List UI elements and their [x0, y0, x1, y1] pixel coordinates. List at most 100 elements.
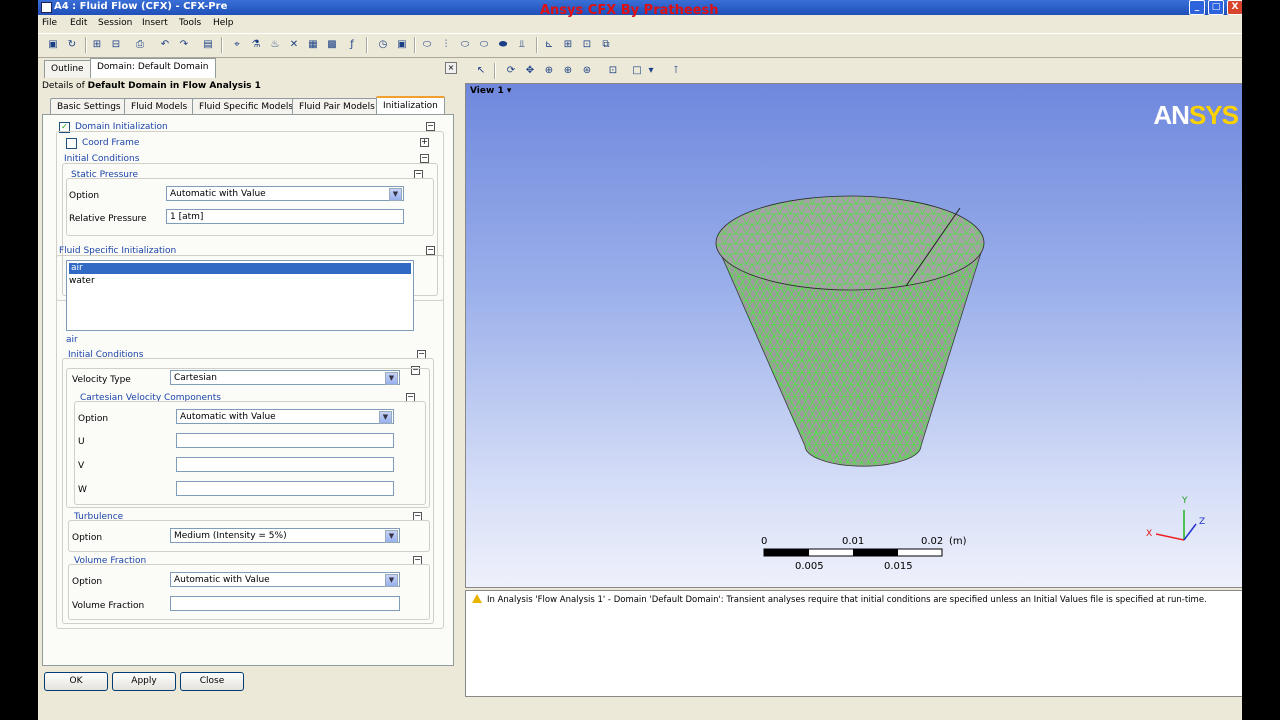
material-icon[interactable]: ▤ [201, 38, 215, 52]
scale-label-0015: 0.015 [884, 561, 913, 572]
relative-pressure-label: Relative Pressure [69, 214, 147, 224]
u-label: U [78, 437, 85, 447]
reload-icon[interactable]: ↻ [65, 38, 79, 52]
function-icon[interactable]: ▦ [306, 38, 320, 52]
boundary-icon[interactable]: ⫶ [439, 38, 453, 52]
fit-view-icon[interactable]: ⊡ [606, 64, 620, 78]
tab-fluid-specific-models[interactable]: Fluid Specific Models [192, 98, 301, 115]
redo-icon[interactable]: ↷ [177, 38, 191, 52]
scale-label-0: 0 [761, 536, 767, 547]
title-bar: A4 : Fluid Flow (CFX) - CFX-Pre Ansys CF… [38, 0, 1242, 18]
coord-frame-checkbox[interactable] [66, 138, 77, 149]
expand-icon[interactable]: + [420, 138, 429, 147]
collapse-icon[interactable]: − [426, 246, 435, 255]
tab-domain[interactable]: Domain: Default Domain [90, 58, 216, 78]
source-point-icon[interactable]: ⬬ [496, 38, 510, 52]
zoom-fit-icon[interactable]: ⊛ [580, 64, 594, 78]
layout-icon[interactable]: □ [630, 64, 644, 78]
scale-label-001: 0.01 [842, 536, 864, 547]
3d-viewer[interactable]: View 1 ▾ ANSYS 0 0.01 0.02 (m) 0.005 0.0… [465, 83, 1242, 588]
zoom-box-icon[interactable]: ⊕ [561, 64, 575, 78]
physics-icon[interactable]: ♨ [268, 38, 282, 52]
copy-icon[interactable]: ⧉ [599, 38, 613, 52]
details-header: Details of Default Domain in Flow Analys… [42, 81, 261, 91]
zoom-icon[interactable]: ⊕ [542, 64, 556, 78]
menu-session[interactable]: Session [98, 18, 132, 28]
velocity-type-select[interactable]: Cartesian ▼ [170, 370, 400, 385]
region-icon[interactable]: ⊡ [580, 38, 594, 52]
maximize-button[interactable]: □ [1208, 0, 1224, 15]
turb-option-select[interactable]: Medium (Intensity = 5%) ▼ [170, 528, 400, 543]
cfx-pre-window: A4 : Fluid Flow (CFX) - CFX-Pre Ansys CF… [38, 0, 1242, 720]
expression-icon[interactable]: ✕ [287, 38, 301, 52]
domain-icon[interactable]: ⬭ [420, 38, 434, 52]
interface-icon[interactable]: ⬭ [458, 38, 472, 52]
menu-tools[interactable]: Tools [179, 18, 201, 28]
relative-pressure-input[interactable]: 1 [atm] [166, 209, 404, 224]
subdomain-icon[interactable]: ⬭ [477, 38, 491, 52]
turb-option-label: Option [72, 533, 103, 543]
pan-icon[interactable]: ✥ [523, 64, 537, 78]
vf-option-select[interactable]: Automatic with Value ▼ [170, 572, 400, 587]
vf-value-label: Volume Fraction [72, 601, 145, 611]
window-title: A4 : Fluid Flow (CFX) - CFX-Pre [54, 1, 228, 12]
v-input[interactable] [176, 457, 394, 472]
flask-icon[interactable]: ⚗ [249, 38, 263, 52]
mesh-icon[interactable]: ⌖ [230, 38, 244, 52]
subroutine-icon[interactable]: ▩ [325, 38, 339, 52]
tab-fluid-pair-models[interactable]: Fluid Pair Models [292, 98, 382, 115]
vf-value-input[interactable] [170, 596, 400, 611]
chevron-down-icon: ▼ [389, 188, 402, 201]
list-item[interactable]: air [69, 263, 411, 274]
print-icon[interactable]: ⎙ [133, 38, 147, 52]
tab-outline[interactable]: Outline [44, 60, 91, 78]
control-icon[interactable]: ⊞ [561, 38, 575, 52]
fluid-list[interactable]: air water [66, 260, 414, 331]
app-icon [41, 2, 52, 13]
sp-option-select[interactable]: Automatic with Value ▼ [166, 186, 404, 201]
menu-bar: File Edit Session Insert Tools Help [38, 15, 1242, 32]
main-toolbar: ▣ ↻ ⊞ ⊟ ⎙ ↶ ↷ ▤ ⌖ ⚗ ♨ ✕ ▦ ▩ ƒ ◷ ▣ ⬭ ⫶ ⬭ … [38, 33, 1242, 58]
w-label: W [78, 485, 87, 495]
list-item[interactable]: water [67, 276, 413, 287]
close-window-button[interactable]: X [1227, 0, 1242, 15]
u-input[interactable] [176, 433, 394, 448]
axis-y-label: Y [1181, 496, 1188, 506]
import-icon[interactable]: ⊟ [109, 38, 123, 52]
chevron-down-icon[interactable]: ▾ [644, 64, 658, 78]
menu-file[interactable]: File [42, 18, 57, 28]
v-label: V [78, 461, 85, 471]
select-icon[interactable]: ↖ [474, 64, 488, 78]
chevron-down-icon: ▼ [385, 574, 398, 587]
rotate-icon[interactable]: ⟳ [504, 64, 518, 78]
close-panel-icon[interactable]: × [445, 62, 457, 74]
save-icon[interactable]: ▣ [46, 38, 60, 52]
menu-help[interactable]: Help [213, 18, 234, 28]
menu-insert[interactable]: Insert [142, 18, 168, 28]
scale-label-unit: (m) [949, 536, 967, 547]
ok-button[interactable]: OK [44, 672, 108, 691]
close-button[interactable]: Close [180, 672, 244, 691]
selected-fluid-label: air [66, 335, 78, 345]
menu-edit[interactable]: Edit [70, 18, 87, 28]
solver-icon[interactable]: ▣ [395, 38, 409, 52]
monitor-icon[interactable]: ⫫ [515, 38, 529, 52]
tab-initialization[interactable]: Initialization [376, 96, 445, 116]
fx-icon[interactable]: ƒ [345, 38, 359, 52]
minimize-button[interactable]: _ [1189, 0, 1205, 15]
apply-button[interactable]: Apply [112, 672, 176, 691]
collapse-icon[interactable]: − [420, 154, 429, 163]
scale-label-002: 0.02 [921, 536, 943, 547]
warning-icon [472, 594, 482, 603]
cv-option-select[interactable]: Automatic with Value ▼ [176, 409, 394, 424]
output-icon[interactable]: ⊾ [542, 38, 556, 52]
undo-icon[interactable]: ↶ [158, 38, 172, 52]
w-input[interactable] [176, 481, 394, 496]
collapse-icon[interactable]: − [426, 122, 435, 131]
cv-option-label: Option [78, 414, 109, 424]
clock-icon[interactable]: ◷ [376, 38, 390, 52]
tab-basic-settings[interactable]: Basic Settings [50, 98, 128, 115]
open-icon[interactable]: ⊞ [90, 38, 104, 52]
viewer-options-icon[interactable]: ⊺ [669, 64, 683, 78]
tab-fluid-models[interactable]: Fluid Models [124, 98, 195, 115]
